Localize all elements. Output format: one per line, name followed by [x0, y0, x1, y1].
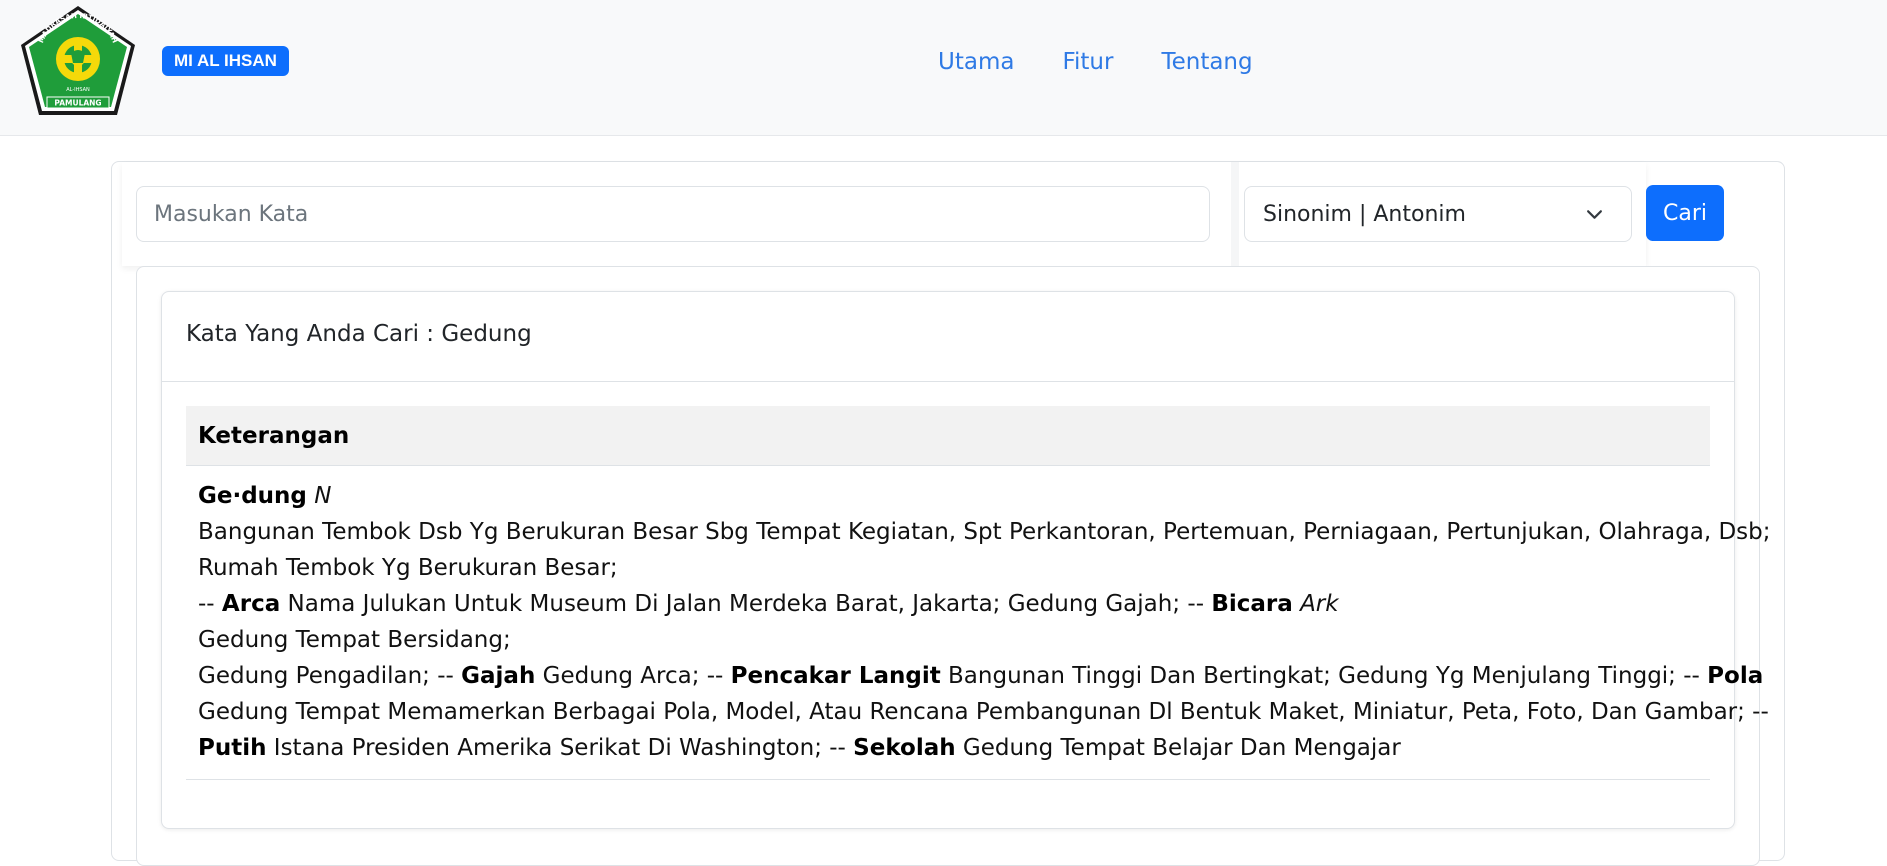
table-header: Keterangan — [186, 406, 1710, 466]
definition-line: Rumah Tembok Yg Berukuran Besar; — [198, 555, 618, 581]
search-button[interactable]: Cari — [1646, 185, 1724, 241]
text-fragment: Gedung Pengadilan; -- — [198, 663, 462, 689]
navbar: MADRASAH IBTIDAIYAH AL-IHSAN PAMULANG MI… — [0, 0, 1887, 136]
subentry-term: Arca — [221, 591, 281, 617]
part-of-speech: N — [314, 483, 332, 509]
headword: Ge·dung — [198, 483, 307, 509]
definition-headword-line: Ge·dung N — [198, 478, 1698, 514]
nav-link-fitur[interactable]: Fitur — [1038, 44, 1137, 80]
subentry-term: Sekolah — [853, 735, 956, 761]
chevron-down-icon — [1587, 210, 1602, 219]
table-row: Ge·dung N Bangunan Tembok Dsb Yg Berukur… — [186, 466, 1771, 780]
text-fragment: Istana Presiden Amerika Serikat Di Washi… — [266, 735, 854, 761]
definition-line: -- Arca Nama Julukan Untuk Museum Di Jal… — [198, 586, 1698, 622]
text-fragment: -- — [198, 591, 222, 617]
result-title: Kata Yang Anda Cari : Gedung — [186, 321, 532, 347]
result-card: Kata Yang Anda Cari : Gedung Keterangan … — [161, 291, 1771, 829]
main-nav: Utama Fitur Tentang — [914, 44, 1277, 80]
definition-line: Bangunan Tembok Dsb Yg Berukuran Besar S… — [198, 519, 1771, 545]
text-fragment: Bangunan Tinggi Dan Bertingkat; Gedung Y… — [940, 663, 1708, 689]
madrasah-logo[interactable]: MADRASAH IBTIDAIYAH AL-IHSAN PAMULANG — [17, 3, 139, 119]
logo-inner-text: AL-IHSAN — [66, 87, 90, 93]
definition-line: Putih Istana Presiden Amerika Serikat Di… — [198, 730, 1698, 766]
mode-select-value: Sinonim | Antonim — [1263, 202, 1466, 227]
subentry-term: Pola — [1707, 663, 1764, 689]
text-fragment: Gedung Arca; -- — [535, 663, 731, 689]
subentry-term: Bicara — [1211, 591, 1293, 617]
subentry-term: Putih — [198, 735, 267, 761]
nav-link-tentang[interactable]: Tentang — [1137, 44, 1276, 80]
text-fragment: Gedung Tempat Belajar Dan Mengajar — [955, 735, 1401, 761]
result-header: Kata Yang Anda Cari : Gedung — [162, 292, 1734, 382]
definition-line: Gedung Tempat Bersidang; — [198, 627, 511, 653]
label-italic: Ark — [1300, 591, 1339, 617]
search-input[interactable] — [136, 186, 1210, 242]
mode-select[interactable]: Sinonim | Antonim — [1244, 186, 1632, 242]
subentry-term: Gajah — [461, 663, 536, 689]
text-fragment: Nama Julukan Untuk Museum Di Jalan Merde… — [280, 591, 1212, 617]
definition-line: Gedung Tempat Memamerkan Berbagai Pola, … — [198, 699, 1769, 725]
text-fragment — [1293, 591, 1300, 617]
logo-ribbon-text: PAMULANG — [54, 99, 101, 108]
column-header-keterangan: Keterangan — [198, 423, 350, 449]
subentry-term: Pencakar Langit — [730, 663, 941, 689]
search-row: Sinonim | Antonim — [122, 162, 1646, 266]
definition-text: Ge·dung N Bangunan Tembok Dsb Yg Berukur… — [198, 478, 1771, 766]
definition-line: Gedung Pengadilan; -- Gajah Gedung Arca;… — [198, 658, 1763, 694]
brand-badge[interactable]: MI AL IHSAN — [162, 46, 289, 76]
nav-link-utama[interactable]: Utama — [914, 44, 1038, 80]
search-row-divider — [1231, 162, 1239, 266]
